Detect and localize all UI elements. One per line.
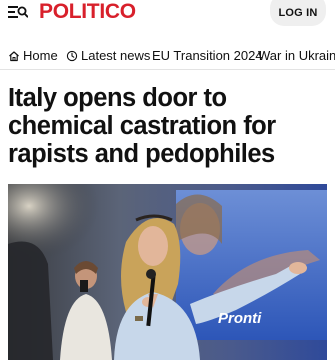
nav-item-latest-news[interactable]: Latest news (66, 48, 150, 63)
article-headline[interactable]: Italy opens door to chemical castration … (8, 84, 328, 168)
menu-search-icon[interactable] (8, 3, 28, 21)
article-lead-photo[interactable]: Pronti (8, 184, 327, 360)
nav-item-eu-transition[interactable]: EU Transition 2024 (152, 48, 263, 63)
home-icon (8, 50, 20, 62)
politico-logo[interactable]: POLITICO (39, 0, 136, 25)
login-button[interactable]: LOG IN (270, 0, 326, 26)
nav-item-war-in-ukraine[interactable]: War in Ukraine (258, 48, 335, 63)
section-nav: Home Latest news EU Transition 2024 War … (0, 42, 335, 70)
nav-label-home: Home (23, 48, 58, 63)
stage-banner-text: Pronti (218, 310, 262, 327)
nav-label-war-in-ukraine: War in Ukraine (258, 48, 335, 63)
clock-icon (66, 50, 78, 62)
nav-label-eu-transition: EU Transition 2024 (152, 48, 263, 63)
nav-item-home[interactable]: Home (8, 48, 58, 63)
nav-label-latest-news: Latest news (81, 48, 151, 63)
site-header: POLITICO LOG IN (0, 0, 335, 28)
